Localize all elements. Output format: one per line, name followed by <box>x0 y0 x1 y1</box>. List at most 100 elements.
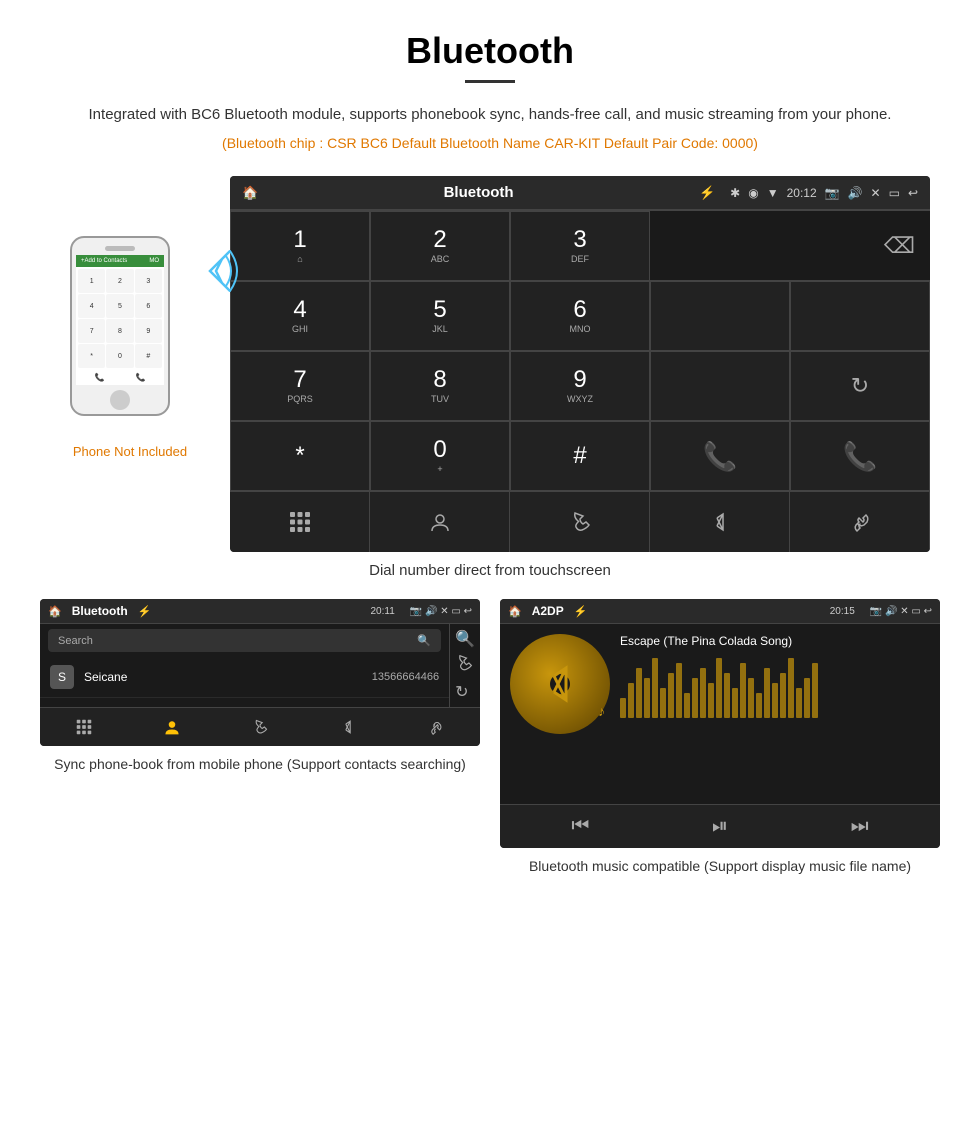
pb-nav-call[interactable] <box>216 713 304 741</box>
call-button[interactable]: 📞 <box>650 421 790 491</box>
pb-header: 🏠 Bluetooth ⚡ 20:11 📷 🔊 ✕ ▭ ↩ <box>40 599 480 624</box>
close-icon: ✕ <box>871 186 881 200</box>
music-block: 🏠 A2DP ⚡ 20:15 📷 🔊 ✕ ▭ ↩ ♪ <box>500 599 940 877</box>
equalizer-bar <box>660 688 666 718</box>
call-red-icon: 📞 <box>843 440 878 473</box>
music-note-icon: ♪ <box>598 703 605 719</box>
dial-key-7[interactable]: 7PQRS <box>230 351 370 421</box>
equalizer-bar <box>748 678 754 718</box>
music-album-art: ♪ <box>510 634 610 734</box>
pb-nav-person[interactable] <box>128 713 216 741</box>
dial-key-2[interactable]: 2ABC <box>370 211 510 281</box>
pb-body: Search 🔍 S Seicane 13566664466 🔍 <box>40 624 480 707</box>
music-content: ♪ Escape (The Pina Colada Song) <box>500 624 940 804</box>
back-icon: ↩ <box>908 186 918 200</box>
home-icon: 🏠 <box>242 185 258 201</box>
equalizer-bar <box>756 693 762 718</box>
bluetooth-waves-icon <box>180 236 240 306</box>
refresh-button[interactable]: ↻ <box>790 351 930 421</box>
usb-icon: ⚡ <box>699 185 715 201</box>
specs-text: (Bluetooth chip : CSR BC6 Default Blueto… <box>40 135 940 151</box>
dial-key-3[interactable]: 3DEF <box>510 211 650 281</box>
dial-key-1[interactable]: 1⌂ <box>230 211 370 281</box>
dial-key-0[interactable]: 0+ <box>370 421 510 491</box>
pb-side-refresh[interactable]: ↻ <box>455 682 475 702</box>
equalizer-bar <box>684 693 690 718</box>
prev-button[interactable]: ⏮ <box>571 815 589 838</box>
next-button[interactable]: ⏭ <box>851 815 869 838</box>
pb-nav-link[interactable] <box>392 713 480 741</box>
contact-avatar: S <box>50 665 74 689</box>
pb-side-search[interactable]: 🔍 <box>455 629 475 649</box>
pb-nav-grid[interactable] <box>40 713 128 741</box>
equalizer-bar <box>804 678 810 718</box>
empty-cell-3 <box>650 351 790 421</box>
dial-caption: Dial number direct from touchscreen <box>40 562 940 579</box>
main-demo-section: +Add to ContactsMO 1 2 3 4 5 6 7 8 9 <box>40 176 940 552</box>
pb-nav-bt[interactable] <box>304 713 392 741</box>
dial-key-hash[interactable]: # <box>510 421 650 491</box>
nav-dialpad[interactable] <box>230 492 370 552</box>
play-pause-button[interactable]: ⏯ <box>712 815 728 838</box>
empty-cell-2 <box>790 281 930 351</box>
dialpad-grid: 1⌂ 2ABC 3DEF ⌫ 4GHI 5JKL <box>230 210 930 491</box>
pb-contact-row[interactable]: S Seicane 13566664466 <box>40 657 449 698</box>
dial-key-6[interactable]: 6MNO <box>510 281 650 351</box>
equalizer-bar <box>740 663 746 718</box>
music-usb-icon: ⚡ <box>574 605 588 618</box>
phone-key-4: 4 <box>78 294 105 318</box>
pb-title: Bluetooth <box>72 604 128 618</box>
pb-side-phone[interactable] <box>455 654 475 677</box>
pb-search-bar[interactable]: Search 🔍 <box>48 629 441 652</box>
bluetooth-icon: ✱ <box>730 186 740 200</box>
equalizer-bar <box>652 658 658 718</box>
music-extra-icons: 📷 🔊 ✕ ▭ ↩ <box>870 606 932 617</box>
phone-keypad: 1 2 3 4 5 6 7 8 9 * 0 # <box>76 267 164 370</box>
equalizer-bar <box>716 658 722 718</box>
phone-key-1: 1 <box>78 269 105 293</box>
phonebook-screen: 🏠 Bluetooth ⚡ 20:11 📷 🔊 ✕ ▭ ↩ Search 🔍 <box>40 599 480 746</box>
equalizer-bar <box>692 678 698 718</box>
pb-home-icon: 🏠 <box>48 605 62 618</box>
pb-usb-icon: ⚡ <box>138 605 152 618</box>
music-right: Escape (The Pina Colada Song) <box>620 634 930 794</box>
car-dialpad-screen: 🏠 Bluetooth ⚡ ✱ ◉ ▼ 20:12 📷 🔊 ✕ ▭ ↩ <box>230 176 930 552</box>
equalizer-bar <box>780 673 786 718</box>
contact-name: Seicane <box>84 670 127 684</box>
bottom-nav <box>230 491 930 552</box>
phone-key-8: 8 <box>106 319 133 343</box>
music-header: 🏠 A2DP ⚡ 20:15 📷 🔊 ✕ ▭ ↩ <box>500 599 940 624</box>
phone-not-included-label: Phone Not Included <box>73 444 187 459</box>
end-call-button[interactable]: 📞 <box>790 421 930 491</box>
equalizer-bar <box>676 663 682 718</box>
phone-image: +Add to ContactsMO 1 2 3 4 5 6 7 8 9 <box>70 236 190 436</box>
location-icon: ◉ <box>748 186 758 200</box>
pb-bottom-nav <box>40 707 480 746</box>
equalizer-bar <box>732 688 738 718</box>
music-bt-icon <box>540 664 580 704</box>
equalizer-bar <box>724 673 730 718</box>
phone-key-3: 3 <box>135 269 162 293</box>
backspace-button[interactable]: ⌫ <box>884 233 915 259</box>
equalizer-bar <box>796 688 802 718</box>
dial-key-4[interactable]: 4GHI <box>230 281 370 351</box>
equalizer-bar <box>668 673 674 718</box>
nav-link[interactable] <box>790 492 930 552</box>
music-song-title: Escape (The Pina Colada Song) <box>620 634 930 648</box>
dial-key-5[interactable]: 5JKL <box>370 281 510 351</box>
dial-key-8[interactable]: 8TUV <box>370 351 510 421</box>
phonebook-block: 🏠 Bluetooth ⚡ 20:11 📷 🔊 ✕ ▭ ↩ Search 🔍 <box>40 599 480 877</box>
nav-phone[interactable] <box>510 492 650 552</box>
nav-bluetooth[interactable] <box>650 492 790 552</box>
nav-contacts[interactable] <box>370 492 510 552</box>
dial-key-9[interactable]: 9WXYZ <box>510 351 650 421</box>
phone-key-9: 9 <box>135 319 162 343</box>
header-icons: ✱ ◉ ▼ 20:12 📷 🔊 ✕ ▭ ↩ <box>730 186 918 200</box>
phone-screen: +Add to ContactsMO 1 2 3 4 5 6 7 8 9 <box>76 255 164 385</box>
music-caption: Bluetooth music compatible (Support disp… <box>500 856 940 877</box>
dial-key-star[interactable]: * <box>230 421 370 491</box>
window-icon: ▭ <box>889 186 900 200</box>
description-text: Integrated with BC6 Bluetooth module, su… <box>40 103 940 127</box>
phone-key-5: 5 <box>106 294 133 318</box>
pb-time: 20:11 <box>370 606 394 617</box>
